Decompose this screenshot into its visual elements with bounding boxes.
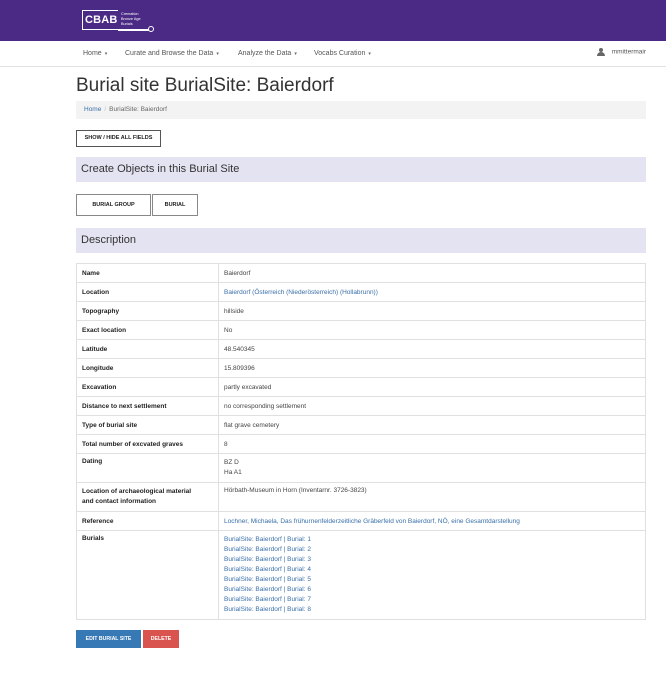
row-label: Location: [76, 282, 219, 302]
row-label: Total number of excvated graves: [76, 434, 219, 454]
nav-curate-dropdown[interactable]: Curate and Browse the Data ▾: [125, 50, 219, 57]
show-hide-fields-button[interactable]: SHOW / HIDE ALL FIELDS: [76, 130, 161, 147]
logo-dot: [148, 26, 154, 32]
row-value: No: [218, 320, 646, 340]
row-value: partly excavated: [218, 377, 646, 397]
row-value: Hörbath-Museum in Horn (Inventarnr. 3726…: [218, 482, 646, 512]
breadcrumb-current: BurialSite: Baierdorf: [109, 106, 167, 113]
logo-subtitle: Cremation Bronze Age Burials: [121, 12, 141, 26]
reference-link[interactable]: Lochner, Michaela, Das frühurnenfelderze…: [224, 518, 520, 525]
chevron-down-icon: ▾: [216, 51, 219, 57]
row-label: Dating: [76, 453, 219, 483]
row-label: Name: [76, 263, 219, 283]
user-icon: [596, 48, 605, 56]
edit-burial-site-button[interactable]: EDIT BURIAL SITE: [76, 630, 141, 648]
row-label: Reference: [76, 511, 219, 531]
burial-link[interactable]: BurialSite: Baierdorf | Burial: 5: [224, 575, 640, 585]
top-header-bar: CBAB Cremation Bronze Age Burials: [0, 0, 666, 41]
description-table: Name Baierdorf Location Baierdorf (Öster…: [76, 263, 646, 620]
burial-link[interactable]: BurialSite: Baierdorf | Burial: 3: [224, 555, 640, 565]
table-row: Latitude 48.540345: [76, 339, 646, 359]
create-objects-panel-heading: Create Objects in this Burial Site: [76, 157, 646, 182]
table-row: Total number of excvated graves 8: [76, 434, 646, 454]
user-menu[interactable]: mmittermair: [596, 48, 646, 56]
table-row: Name Baierdorf: [76, 263, 646, 283]
chevron-down-icon: ▾: [294, 51, 297, 57]
burial-link[interactable]: BurialSite: Baierdorf | Burial: 7: [224, 595, 640, 605]
nav-home-dropdown[interactable]: Home ▾: [83, 50, 107, 57]
table-row: Location Baierdorf (Österreich (Niederös…: [76, 282, 646, 302]
breadcrumb: Home / BurialSite: Baierdorf: [76, 101, 646, 119]
row-label: Exact location: [76, 320, 219, 340]
breadcrumb-separator: /: [104, 106, 107, 113]
table-row: Reference Lochner, Michaela, Das frühurn…: [76, 511, 646, 531]
row-value: 15.809396: [218, 358, 646, 378]
table-row: Excavation partly excavated: [76, 377, 646, 397]
description-panel-heading: Description: [76, 228, 646, 253]
logo-line: [118, 29, 149, 31]
table-row: Exact location No: [76, 320, 646, 340]
row-label: Latitude: [76, 339, 219, 359]
row-value: hillside: [218, 301, 646, 321]
row-value: 8: [218, 434, 646, 454]
row-value: flat grave cemetery: [218, 415, 646, 435]
breadcrumb-home-link[interactable]: Home: [84, 106, 101, 113]
location-link[interactable]: Baierdorf (Österreich (Niederösterreich)…: [224, 289, 378, 296]
nav-analyze-dropdown[interactable]: Analyze the Data ▾: [238, 50, 297, 57]
burial-link[interactable]: BurialSite: Baierdorf | Burial: 6: [224, 585, 640, 595]
cbab-logo[interactable]: CBAB Cremation Bronze Age Burials: [82, 10, 156, 32]
burial-button[interactable]: BURIAL: [152, 194, 198, 216]
table-row: Burials BurialSite: Baierdorf | Burial: …: [76, 530, 646, 620]
row-label: Excavation: [76, 377, 219, 397]
chevron-down-icon: ▾: [104, 51, 108, 57]
burial-group-button[interactable]: BURIAL GROUP: [76, 194, 151, 216]
burial-link[interactable]: BurialSite: Baierdorf | Burial: 4: [224, 565, 640, 575]
nav-vocabs-dropdown[interactable]: Vocabs Curation ▾: [314, 50, 371, 57]
row-value: Baierdorf: [218, 263, 646, 283]
burial-link[interactable]: BurialSite: Baierdorf | Burial: 2: [224, 545, 640, 555]
row-label: Longitude: [76, 358, 219, 378]
delete-button[interactable]: DELETE: [143, 630, 179, 648]
row-label: Distance to next settlement: [76, 396, 219, 416]
row-value: BZ D Ha A1: [218, 453, 646, 483]
main-navbar: Home ▾ Curate and Browse the Data ▾ Analyz…: [0, 41, 666, 67]
row-label: Type of burial site: [76, 415, 219, 435]
table-row: Location of archaeological material and …: [76, 482, 646, 512]
table-row: Type of burial site flat grave cemetery: [76, 415, 646, 435]
burials-list: BurialSite: Baierdorf | Burial: 1 Burial…: [218, 530, 646, 620]
row-label: Topography: [76, 301, 219, 321]
page-title: Burial site BurialSite: Baierdorf: [76, 75, 334, 96]
table-row: Topography hillside: [76, 301, 646, 321]
table-row: Dating BZ D Ha A1: [76, 453, 646, 483]
burial-link[interactable]: BurialSite: Baierdorf | Burial: 8: [224, 605, 640, 615]
chevron-down-icon: ▾: [368, 51, 371, 57]
row-label: Location of archaeological material and …: [76, 482, 219, 512]
burial-link[interactable]: BurialSite: Baierdorf | Burial: 1: [224, 535, 640, 545]
logo-text: CBAB: [85, 14, 118, 26]
row-label: Burials: [76, 530, 219, 620]
username: mmittermair: [611, 48, 646, 56]
row-value: no corresponding settlement: [218, 396, 646, 416]
table-row: Longitude 15.809396: [76, 358, 646, 378]
table-row: Distance to next settlement no correspon…: [76, 396, 646, 416]
row-value: 48.540345: [218, 339, 646, 359]
